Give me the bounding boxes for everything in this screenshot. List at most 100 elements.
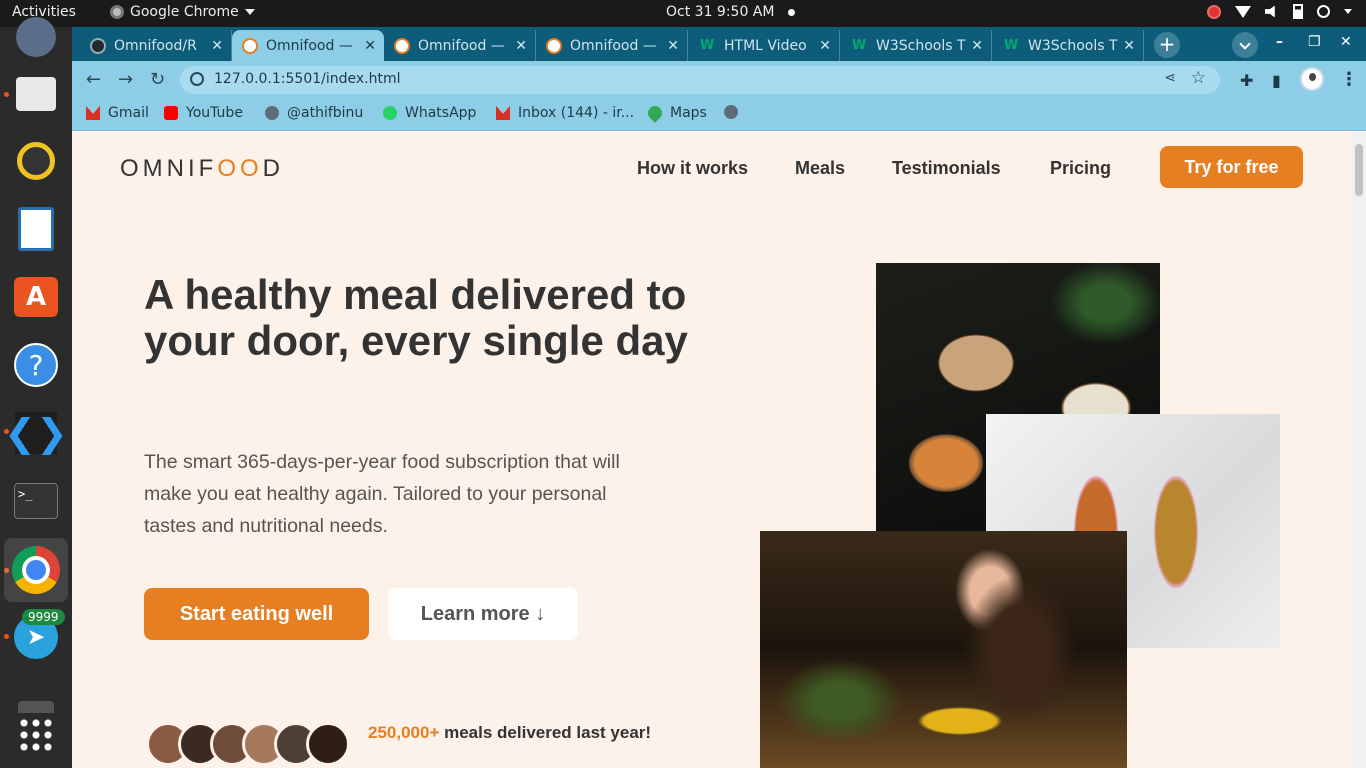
- app-menu[interactable]: Google Chrome: [110, 4, 255, 20]
- tab-5[interactable]: W W3Schools T ✕: [840, 30, 992, 61]
- share-icon[interactable]: ⋖: [1164, 70, 1176, 86]
- bookmark-maps[interactable]: Maps: [645, 103, 707, 123]
- scrollbar-thumb[interactable]: [1355, 144, 1363, 196]
- meals-delivered-number: 250,000+: [368, 723, 440, 742]
- bookmark-whatsapp[interactable]: WhatsApp: [383, 105, 476, 121]
- meals-delivered-text: 250,000+ meals delivered last year!: [368, 724, 668, 742]
- maximize-icon[interactable]: ❐: [1308, 34, 1321, 50]
- dock-files[interactable]: [12, 70, 60, 118]
- github-icon: [90, 37, 106, 54]
- chevron-down-icon: [244, 9, 255, 15]
- system-tray[interactable]: [1207, 4, 1352, 19]
- hero-image-woman-eating: [760, 531, 1127, 768]
- omnifood-icon: [394, 37, 410, 54]
- tab-4[interactable]: W HTML Video ✕: [688, 30, 840, 61]
- notification-dot-icon: [788, 8, 796, 16]
- tab-0[interactable]: Omnifood/R ✕: [80, 30, 232, 61]
- site-info-icon[interactable]: [190, 72, 204, 86]
- telegram-badge: 9999: [22, 609, 65, 625]
- meals-delivered-label: meals delivered last year!: [439, 723, 652, 742]
- bookmark-inbox[interactable]: Inbox (144) - ir...: [496, 105, 634, 121]
- bookmark-folder[interactable]: [724, 105, 738, 119]
- close-icon[interactable]: ✕: [364, 38, 376, 54]
- chrome-icon: [12, 546, 60, 594]
- wifi-icon[interactable]: [1235, 5, 1251, 18]
- close-window-icon[interactable]: ✕: [1340, 34, 1352, 50]
- dock-writer[interactable]: [12, 205, 60, 253]
- bookmark-athifbinu[interactable]: @athifbinu: [265, 105, 363, 121]
- new-tab-button[interactable]: +: [1154, 32, 1180, 58]
- bookmark-star-icon[interactable]: ☆: [1191, 68, 1206, 88]
- bookmark-youtube[interactable]: YouTube: [164, 105, 243, 121]
- nav-pricing[interactable]: Pricing: [1050, 158, 1111, 179]
- maps-icon: [645, 103, 665, 123]
- close-icon[interactable]: ✕: [667, 38, 679, 54]
- start-eating-well-button[interactable]: Start eating well: [144, 588, 369, 640]
- close-icon[interactable]: ✕: [515, 38, 527, 54]
- gmail-icon: [496, 106, 510, 120]
- address-bar[interactable]: 127.0.0.1:5501/index.html ⋖ ☆: [180, 66, 1220, 94]
- try-for-free-button[interactable]: Try for free: [1160, 146, 1303, 188]
- clock[interactable]: Oct 31 9:50 AM: [666, 4, 796, 20]
- page-scrollbar[interactable]: [1352, 132, 1366, 768]
- power-icon[interactable]: [1317, 5, 1330, 18]
- close-icon[interactable]: ✕: [819, 38, 831, 54]
- tab-title: Omnifood —: [266, 37, 353, 54]
- battery-icon[interactable]: [1293, 4, 1303, 19]
- dock-thunderbird[interactable]: [12, 13, 60, 61]
- volume-icon[interactable]: [1265, 5, 1275, 18]
- vscode-icon: ❮❯: [4, 411, 68, 455]
- dock-chrome[interactable]: [4, 538, 68, 602]
- logo-text: OMNIF: [120, 155, 218, 182]
- globe-icon: [265, 106, 279, 120]
- tab-3[interactable]: Omnifood — ✕: [536, 30, 688, 61]
- dock-software[interactable]: A: [12, 273, 60, 321]
- tab-6[interactable]: W W3Schools T ✕: [992, 30, 1144, 61]
- nav-meals[interactable]: Meals: [795, 158, 845, 179]
- bookmark-label: WhatsApp: [405, 105, 477, 121]
- back-icon[interactable]: ←: [86, 69, 101, 90]
- chevron-down-icon[interactable]: [1344, 9, 1352, 14]
- tab-title: HTML Video: [724, 37, 807, 54]
- dock-terminal[interactable]: >_: [12, 477, 60, 525]
- rhythmbox-icon: [17, 142, 55, 180]
- minimize-icon[interactable]: –: [1276, 34, 1283, 50]
- url-text[interactable]: 127.0.0.1:5501/index.html: [214, 71, 401, 87]
- tab-title: Omnifood —: [418, 37, 505, 54]
- tab-search-button[interactable]: [1232, 32, 1258, 58]
- forward-icon[interactable]: →: [118, 69, 133, 90]
- system-top-bar: Activities Google Chrome Oct 31 9:50 AM: [0, 0, 1366, 27]
- close-icon[interactable]: ✕: [971, 38, 983, 54]
- nav-testimonials[interactable]: Testimonials: [892, 158, 1001, 179]
- hero-title: A healthy meal delivered to your door, e…: [144, 271, 688, 364]
- close-icon[interactable]: ✕: [1123, 38, 1135, 54]
- extensions-icon[interactable]: ✚: [1240, 71, 1253, 90]
- clock-label: Oct 31 9:50 AM: [666, 4, 775, 20]
- logo[interactable]: OMNIFOOD: [120, 155, 284, 183]
- bookmark-gmail[interactable]: Gmail: [86, 105, 149, 121]
- nav-how-it-works[interactable]: How it works: [637, 158, 748, 179]
- dock-help[interactable]: ?: [12, 341, 60, 389]
- w3schools-icon: W: [1003, 38, 1019, 53]
- dock-vscode[interactable]: ❮❯: [4, 409, 68, 457]
- learn-more-button[interactable]: Learn more ↓: [388, 588, 578, 640]
- side-panel-icon[interactable]: ▮: [1272, 71, 1281, 90]
- tab-2[interactable]: Omnifood — ✕: [384, 30, 536, 61]
- browser-toolbar: ← → ↻ 127.0.0.1:5501/index.html ⋖ ☆ ✚ ▮ …: [72, 61, 1366, 99]
- logo-text-end: D: [262, 155, 285, 182]
- dock-rhythmbox[interactable]: [12, 137, 60, 185]
- w3schools-icon: W: [699, 38, 715, 53]
- logo-infinity: OO: [217, 155, 263, 182]
- tab-title: Omnifood/R: [114, 37, 197, 54]
- tab-1[interactable]: Omnifood — ✕: [232, 30, 384, 61]
- files-icon: [16, 77, 56, 111]
- profile-avatar[interactable]: [1300, 67, 1324, 91]
- close-icon[interactable]: ✕: [211, 38, 223, 54]
- tab-strip: Omnifood/R ✕ Omnifood — ✕ Omnifood — ✕ O…: [72, 27, 1366, 61]
- chrome-indicator-icon[interactable]: [1207, 4, 1221, 19]
- tab-title: W3Schools T: [1028, 37, 1118, 54]
- menu-icon[interactable]: ⋮: [1340, 69, 1358, 90]
- avatar: [306, 722, 350, 766]
- show-apps-button[interactable]: [12, 711, 60, 759]
- reload-icon[interactable]: ↻: [150, 69, 165, 90]
